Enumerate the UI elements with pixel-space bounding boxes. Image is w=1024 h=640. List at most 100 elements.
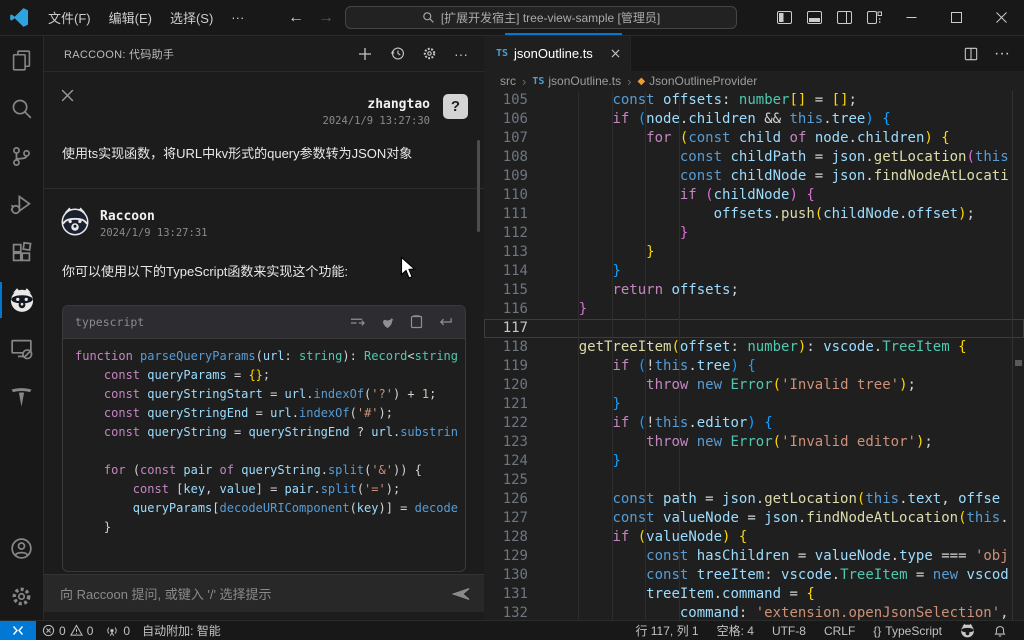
code-editor[interactable]: 105 const offsets: number[] = [];106 if … — [484, 91, 1024, 620]
message-divider — [44, 188, 484, 189]
chat-code-block: typescript function parseQuer — [62, 305, 466, 572]
code-line: 106 if (node.children && this.tree) { — [484, 110, 1024, 129]
breadcrumb-symbol[interactable]: ◆ JsonOutlineProvider — [637, 74, 757, 88]
editor-more-actions-icon[interactable]: ··· — [994, 45, 1010, 63]
customize-layout-icon[interactable] — [859, 0, 889, 35]
breadcrumb-separator: › — [627, 74, 631, 89]
breadcrumb-separator: › — [522, 74, 526, 89]
menu-more[interactable]: ··· — [222, 6, 253, 29]
mouse-cursor — [400, 256, 417, 280]
send-icon[interactable] — [452, 587, 470, 601]
toggle-panel-icon[interactable] — [799, 0, 829, 35]
search-icon — [422, 11, 435, 24]
code-line: 123 throw new Error('Invalid editor'); — [484, 433, 1024, 452]
code-line: 111 offsets.push(childNode.offset); — [484, 205, 1024, 224]
back-arrow-icon[interactable]: ← — [288, 9, 304, 27]
class-symbol-icon: ◆ — [637, 76, 645, 87]
raccoon-avatar — [60, 206, 90, 236]
source-control-icon[interactable] — [0, 132, 43, 180]
maximize-button[interactable] — [934, 0, 979, 35]
indentation-status[interactable]: 空格: 4 — [708, 621, 763, 640]
tesla-extension-icon[interactable] — [0, 372, 43, 420]
code-line: const queryParams = {}; — [75, 366, 465, 385]
copy-code-icon[interactable] — [410, 315, 423, 329]
code-line — [75, 442, 465, 461]
code-line: 127 const valueNode = json.findNodeAtLoc… — [484, 509, 1024, 528]
typescript-file-icon: TS — [496, 48, 508, 59]
encoding-status[interactable]: UTF-8 — [763, 621, 815, 640]
code-line: 120 throw new Error('Invalid tree'); — [484, 376, 1024, 395]
toggle-secondary-sidebar-icon[interactable] — [829, 0, 859, 35]
tab-jsonoutline[interactable]: TS jsonOutline.ts — [484, 36, 631, 71]
code-line: 105 const offsets: number[] = []; — [484, 91, 1024, 110]
settings-gear-icon[interactable] — [0, 572, 43, 620]
insert-at-cursor-icon[interactable] — [438, 316, 453, 328]
menu-file[interactable]: 文件(F) — [39, 4, 100, 31]
command-center-search[interactable]: [扩展开发宿主] tree-view-sample [管理员] — [345, 6, 737, 29]
menu-selection[interactable]: 选择(S) — [161, 4, 222, 31]
cursor-position[interactable]: 行 117, 列 1 — [626, 621, 707, 640]
window-title: [扩展开发宿主] tree-view-sample [管理员] — [441, 9, 660, 26]
sidebar-header: RACCOON: 代码助手 ··· — [44, 36, 484, 72]
auto-attach-status[interactable]: 自动附加: 智能 — [136, 621, 227, 640]
ports-indicator[interactable]: 0 — [99, 621, 136, 640]
raccoon-status-icon[interactable] — [951, 621, 984, 640]
close-tab-icon[interactable] — [611, 49, 620, 58]
code-line: } — [75, 518, 465, 537]
dismiss-message-icon[interactable] — [60, 88, 75, 103]
forward-arrow-icon[interactable]: → — [318, 9, 334, 27]
notifications-bell-icon[interactable] — [984, 621, 1016, 640]
settings-icon[interactable] — [420, 45, 438, 63]
remote-indicator[interactable] — [0, 621, 36, 640]
code-line: 108 const childPath = json.getLocation(t… — [484, 148, 1024, 167]
raccoon-sidebar: RACCOON: 代码助手 ··· zhangtao 2024/1/9 13:2… — [44, 36, 484, 620]
breadcrumb-file[interactable]: TS jsonOutline.ts — [532, 74, 621, 88]
remote-explorer-icon[interactable] — [0, 324, 43, 372]
code-line: const queryStringEnd = url.indexOf('#'); — [75, 404, 465, 423]
code-line: 109 const childNode = json.findNodeAtLoc… — [484, 167, 1024, 186]
more-actions-icon[interactable]: ··· — [452, 45, 470, 63]
favorite-code-icon[interactable] — [380, 316, 395, 329]
code-language-label: typescript — [75, 315, 350, 329]
history-icon[interactable] — [388, 45, 406, 63]
code-line: 112 } — [484, 224, 1024, 243]
problems-indicator[interactable]: 0 0 — [36, 621, 99, 640]
raccoon-extension-icon[interactable] — [0, 276, 43, 324]
wrap-code-icon[interactable] — [350, 316, 365, 329]
breadcrumb-src[interactable]: src — [500, 74, 516, 88]
split-editor-icon[interactable] — [964, 47, 978, 61]
close-window-button[interactable] — [979, 0, 1024, 35]
user-message: 使用ts实现函数，将URL中kv形式的query参数转为JSON对象 — [62, 144, 466, 163]
vscode-window: 文件(F) 编辑(E) 选择(S) ··· ← → [扩展开发宿主] tree-… — [0, 0, 1024, 640]
new-chat-icon[interactable] — [356, 45, 374, 63]
code-line: const queryString = queryStringEnd ? url… — [75, 423, 465, 442]
code-line: 114 } — [484, 262, 1024, 281]
search-icon[interactable] — [0, 84, 43, 132]
code-line: 121 } — [484, 395, 1024, 414]
eol-status[interactable]: CRLF — [815, 621, 864, 640]
code-line: 130 const treeItem: vscode.TreeItem = ne… — [484, 566, 1024, 585]
extensions-icon[interactable] — [0, 228, 43, 276]
editor-scrollbar[interactable] — [1012, 91, 1024, 620]
breadcrumb: src › TS jsonOutline.ts › ◆ JsonOutlineP… — [484, 71, 1024, 91]
code-block-content: function parseQueryParams(url: string): … — [63, 339, 465, 537]
chat-scrollbar[interactable] — [477, 140, 480, 232]
tab-bar: TS jsonOutline.ts ··· — [484, 36, 1024, 71]
menu-edit[interactable]: 编辑(E) — [100, 4, 161, 31]
explorer-icon[interactable] — [0, 36, 43, 84]
code-line: 116 } — [484, 300, 1024, 319]
toggle-sidebar-icon[interactable] — [769, 0, 799, 35]
run-debug-icon[interactable] — [0, 180, 43, 228]
account-icon[interactable] — [0, 524, 43, 572]
indent-guide — [612, 91, 613, 620]
minimize-button[interactable] — [889, 0, 934, 35]
typescript-file-icon: TS — [532, 76, 544, 87]
chat-input[interactable]: 向 Raccoon 提问, 或键入 '/' 选择提示 — [44, 574, 484, 612]
code-line: for (const pair of queryString.split('&'… — [75, 461, 465, 480]
assistant-timestamp: 2024/1/9 13:27:31 — [100, 227, 207, 239]
code-line: 126 const path = json.getLocation(this.t… — [484, 490, 1024, 509]
indent-guide — [645, 91, 646, 620]
language-mode[interactable]: {} TypeScript — [864, 621, 951, 640]
tab-label: jsonOutline.ts — [514, 46, 605, 61]
code-line: 125 — [484, 471, 1024, 490]
